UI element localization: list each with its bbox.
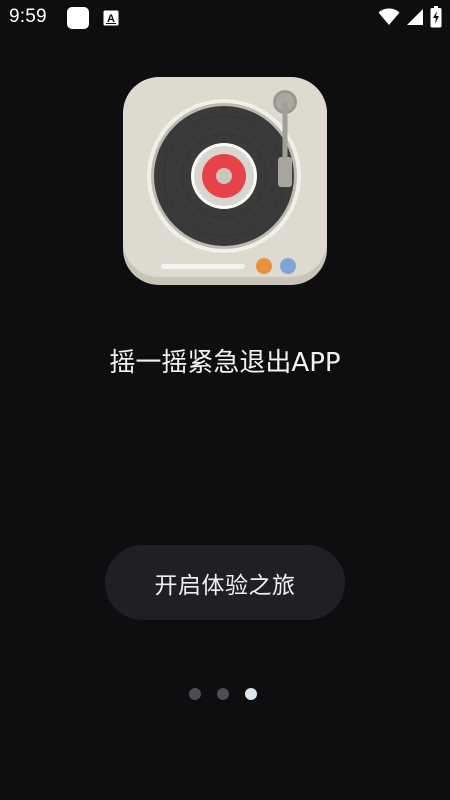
battery-charging-icon [430, 6, 442, 28]
page-indicator [189, 688, 257, 700]
page-dot-1 [189, 688, 201, 700]
status-bar: 9:59 A [0, 0, 450, 36]
cellular-signal-icon [407, 9, 423, 25]
wifi-icon [378, 8, 400, 25]
status-icons [378, 6, 442, 28]
app-notification-icon [67, 7, 89, 29]
turntable-icon [123, 77, 327, 285]
page-dot-3-active [245, 688, 257, 700]
start-experience-label: 开启体验之旅 [154, 572, 296, 599]
font-a-icon: A [103, 10, 119, 26]
headline: 摇一摇紧急退出APP [109, 348, 341, 378]
start-experience-button[interactable]: 开启体验之旅 [105, 545, 345, 620]
page-dot-2 [217, 688, 229, 700]
status-time: 9:59 [9, 6, 47, 27]
